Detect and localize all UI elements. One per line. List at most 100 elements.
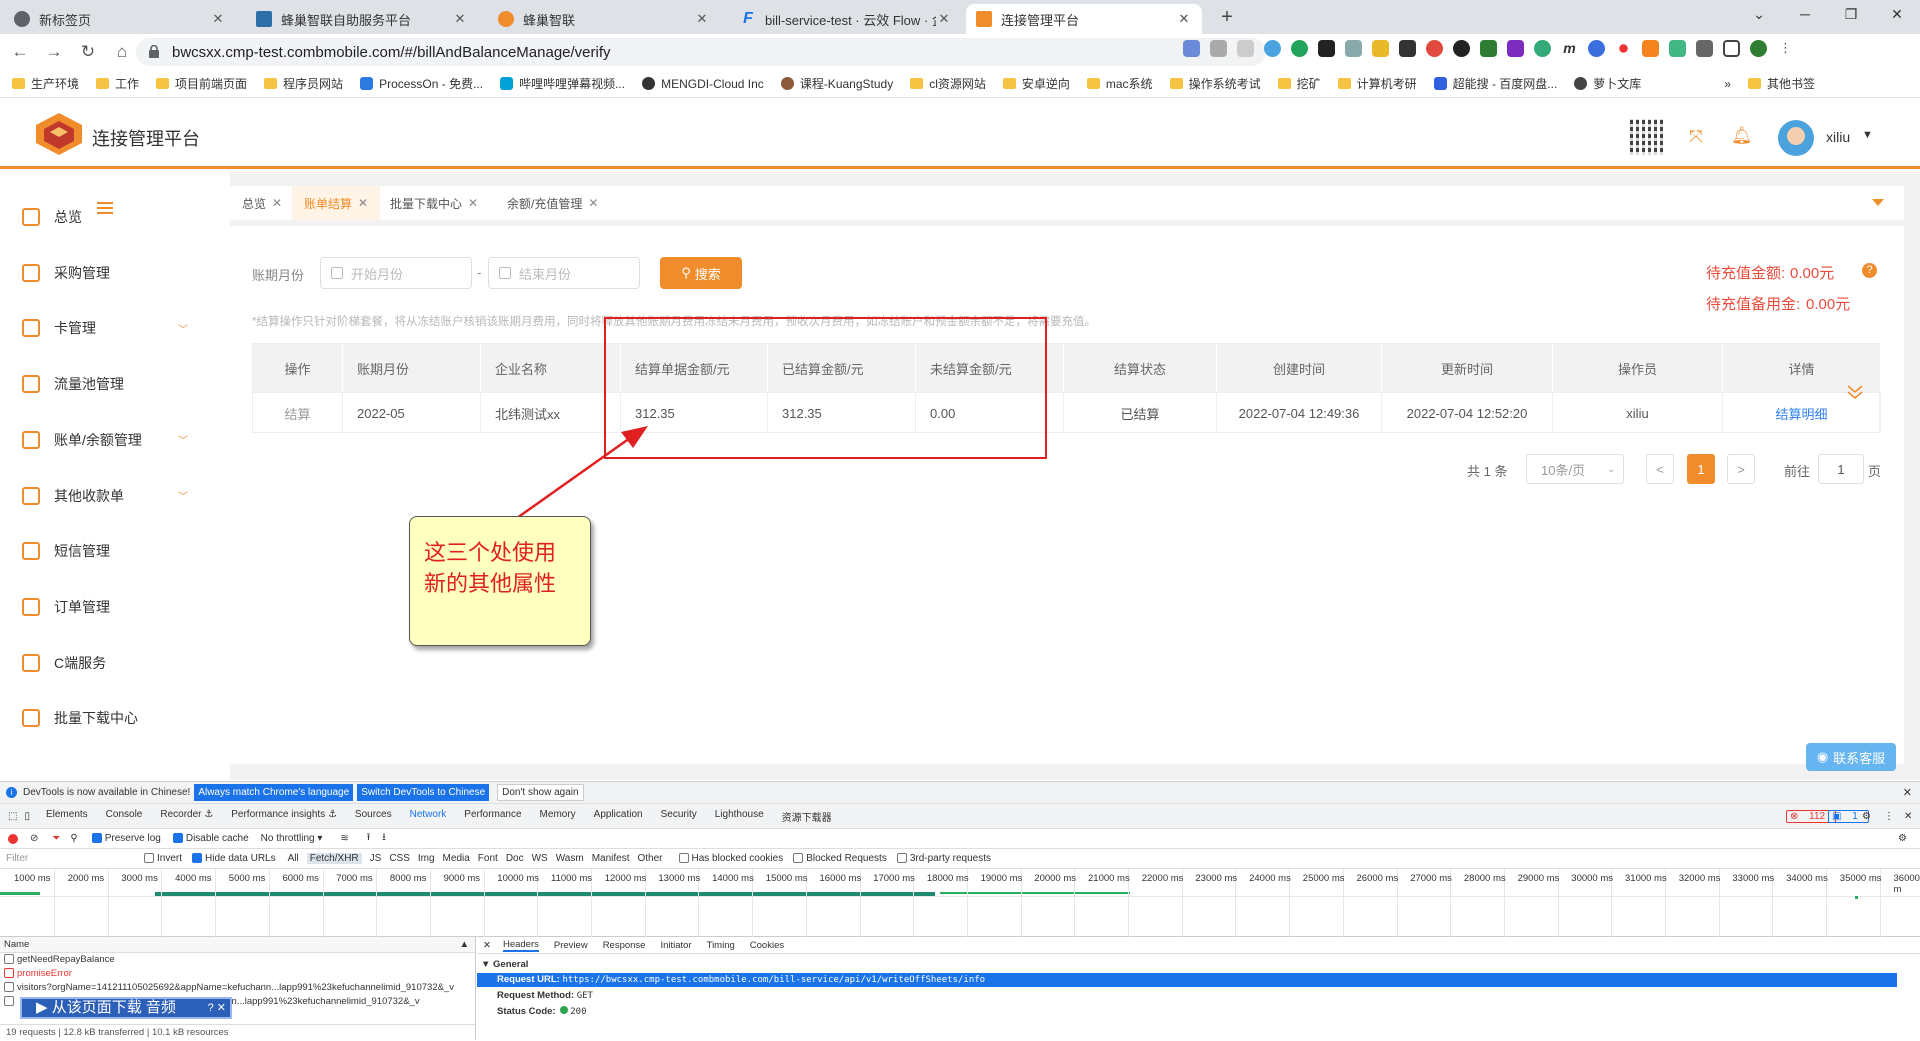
disable-cache-checkbox[interactable]: Disable cache xyxy=(173,833,249,844)
invert-checkbox[interactable]: Invert xyxy=(144,853,182,864)
sidebar-item[interactable]: 其他收款单﹀ xyxy=(0,468,230,524)
forward-icon[interactable]: → xyxy=(40,38,68,66)
bookmark-folder[interactable]: 计算机考研 xyxy=(1338,75,1417,92)
filter-input[interactable]: Filter xyxy=(6,853,132,864)
sidebar-item[interactable]: 批量下载中心 xyxy=(0,690,230,746)
devtools-tab[interactable]: Network xyxy=(410,809,447,824)
sidebar-item[interactable]: 总览 xyxy=(0,189,230,245)
bookmark-link[interactable]: MENGDI-Cloud Inc xyxy=(642,77,764,91)
resource-type-filter[interactable]: Doc xyxy=(506,853,524,864)
detail-tab[interactable]: Timing xyxy=(707,940,735,951)
sort-icon[interactable]: ▲ xyxy=(460,937,469,953)
avatar[interactable] xyxy=(1778,120,1814,156)
general-section[interactable]: ▼ General xyxy=(477,959,1920,970)
request-row[interactable]: promiseError xyxy=(0,967,475,981)
home-icon[interactable]: ⌂ xyxy=(108,38,136,66)
page-tab[interactable]: 余额/充值管理✕ xyxy=(495,186,610,220)
third-party-checkbox[interactable]: 3rd-party requests xyxy=(897,853,991,864)
sidebar-item[interactable]: 卡管理﹀ xyxy=(0,300,230,356)
back-icon[interactable]: ← xyxy=(6,38,34,66)
prev-page-button[interactable]: < xyxy=(1646,454,1674,484)
clear-icon[interactable]: ⊘ xyxy=(30,833,38,844)
devtools-tab[interactable]: Application xyxy=(594,809,643,824)
devtools-tab[interactable]: Elements xyxy=(46,809,88,824)
star-icon[interactable] xyxy=(1237,40,1254,57)
more-icon[interactable]: ⋮ xyxy=(1777,40,1794,57)
hide-data-urls-checkbox[interactable]: Hide data URLs xyxy=(192,853,276,864)
page-tab[interactable]: 总览✕ xyxy=(230,186,294,220)
device-toggle-icon[interactable]: ▯ xyxy=(24,811,30,822)
extension-icon[interactable]: m xyxy=(1561,40,1578,57)
extension-icon[interactable] xyxy=(1534,40,1551,57)
request-row[interactable]: visitors?orgName=141211105025692&appName… xyxy=(0,981,460,995)
extension-icon[interactable] xyxy=(1507,40,1524,57)
help-icon[interactable]: ? xyxy=(1862,263,1877,278)
current-page-button[interactable]: 1 xyxy=(1687,454,1715,484)
close-tab-icon[interactable]: ✕ xyxy=(468,196,478,210)
resource-type-filter[interactable]: Media xyxy=(443,853,470,864)
match-language-button[interactable]: Always match Chrome's language xyxy=(194,784,353,801)
resource-type-filter[interactable]: JS xyxy=(370,853,382,864)
bookmark-folder[interactable]: 程序员网站 xyxy=(264,75,343,92)
bookmark-folder[interactable]: mac系统 xyxy=(1087,75,1153,92)
contact-service-button[interactable]: ◉联系客服 xyxy=(1806,743,1896,771)
close-banner-icon[interactable]: ✕ xyxy=(1903,786,1912,799)
detail-tab[interactable]: Response xyxy=(603,940,646,951)
inspect-icon[interactable]: ⬚ xyxy=(8,811,17,822)
close-detail-icon[interactable]: ✕ xyxy=(483,940,491,951)
profile-icon[interactable] xyxy=(1750,40,1767,57)
end-month-input[interactable]: 结束月份 xyxy=(488,257,640,289)
extension-icon[interactable] xyxy=(1426,40,1443,57)
user-name[interactable]: xiliu xyxy=(1826,129,1850,145)
record-icon[interactable] xyxy=(8,834,18,844)
blocked-requests-checkbox[interactable]: Blocked Requests xyxy=(793,853,887,864)
resource-type-filter[interactable]: CSS xyxy=(389,853,410,864)
address-bar[interactable]: bwcsxx.cmp-test.combmobile.com/#/billAnd… xyxy=(136,38,1266,66)
upload-icon[interactable]: ⭱ xyxy=(367,830,371,847)
devtools-tab[interactable]: Security xyxy=(661,809,697,824)
throttling-select[interactable]: No throttling ▾ xyxy=(261,833,323,844)
fullscreen-icon[interactable]: ⤧ xyxy=(1689,127,1703,147)
close-tab-icon[interactable]: ✕ xyxy=(1176,11,1192,27)
devtools-tab[interactable]: Console xyxy=(106,809,143,824)
browser-tab[interactable]: 新标签页 ✕ xyxy=(4,4,236,34)
extension-icon[interactable] xyxy=(1264,40,1281,57)
download-icon[interactable]: ⭳ xyxy=(382,830,386,847)
bookmark-link[interactable]: 课程-KuangStudy xyxy=(781,75,893,92)
devtools-tab[interactable]: Memory xyxy=(540,809,576,824)
close-tab-icon[interactable]: ✕ xyxy=(694,11,710,27)
bookmarks-more-button[interactable]: » xyxy=(1724,77,1731,91)
browser-tab[interactable]: 蜂巢智联 ✕ xyxy=(488,4,720,34)
minimize-icon[interactable]: ─ xyxy=(1782,0,1828,30)
browser-tab[interactable]: F bill-service-test · 云效 Flow · 企 ✕ xyxy=(730,4,962,34)
download-audio-overlay[interactable]: ▶ 从该页面下载 音频? ✕ xyxy=(20,997,232,1019)
wifi-icon[interactable]: ≋ xyxy=(340,833,348,844)
devtools-tab[interactable]: Lighthouse xyxy=(715,809,764,824)
detail-tab[interactable]: Preview xyxy=(554,940,588,951)
page-size-select[interactable]: 10条/页⌄ xyxy=(1526,454,1624,484)
blocked-cookies-checkbox[interactable]: Has blocked cookies xyxy=(679,853,784,864)
close-tab-icon[interactable]: ✕ xyxy=(210,11,226,27)
request-row[interactable]: getNeedRepayBalance xyxy=(0,953,475,967)
tabs-dropdown-icon[interactable] xyxy=(1872,199,1884,206)
resource-type-filter[interactable]: Font xyxy=(478,853,498,864)
puzzle-icon[interactable] xyxy=(1696,40,1713,57)
filter-icon[interactable]: ⏷ xyxy=(52,833,60,844)
devtools-tab[interactable]: Performance xyxy=(464,809,521,824)
settings-icon[interactable]: ⚙ xyxy=(1898,833,1907,844)
devtools-tab[interactable]: Recorder ⚓ xyxy=(160,809,213,824)
sidebar-item[interactable]: 账单/余额管理﹀ xyxy=(0,412,230,468)
extension-icon[interactable] xyxy=(1291,40,1308,57)
browser-tab[interactable]: 蜂巢智联自助服务平台 ✕ xyxy=(246,4,478,34)
devtools-tab[interactable]: 资源下载器 xyxy=(782,809,832,824)
close-tab-icon[interactable]: ✕ xyxy=(272,196,282,210)
close-devtools-icon[interactable]: ✕ xyxy=(1904,811,1912,822)
next-page-button[interactable]: > xyxy=(1727,454,1755,484)
detail-tab[interactable]: Headers xyxy=(503,939,539,952)
bookmark-folder[interactable]: 操作系统考试 xyxy=(1170,75,1261,92)
resource-type-filter[interactable]: WS xyxy=(532,853,548,864)
extension-icon[interactable] xyxy=(1588,40,1605,57)
dont-show-button[interactable]: Don't show again xyxy=(497,784,583,801)
detail-tab[interactable]: Initiator xyxy=(660,940,691,951)
sidebar-item[interactable]: 采购管理 xyxy=(0,245,230,301)
